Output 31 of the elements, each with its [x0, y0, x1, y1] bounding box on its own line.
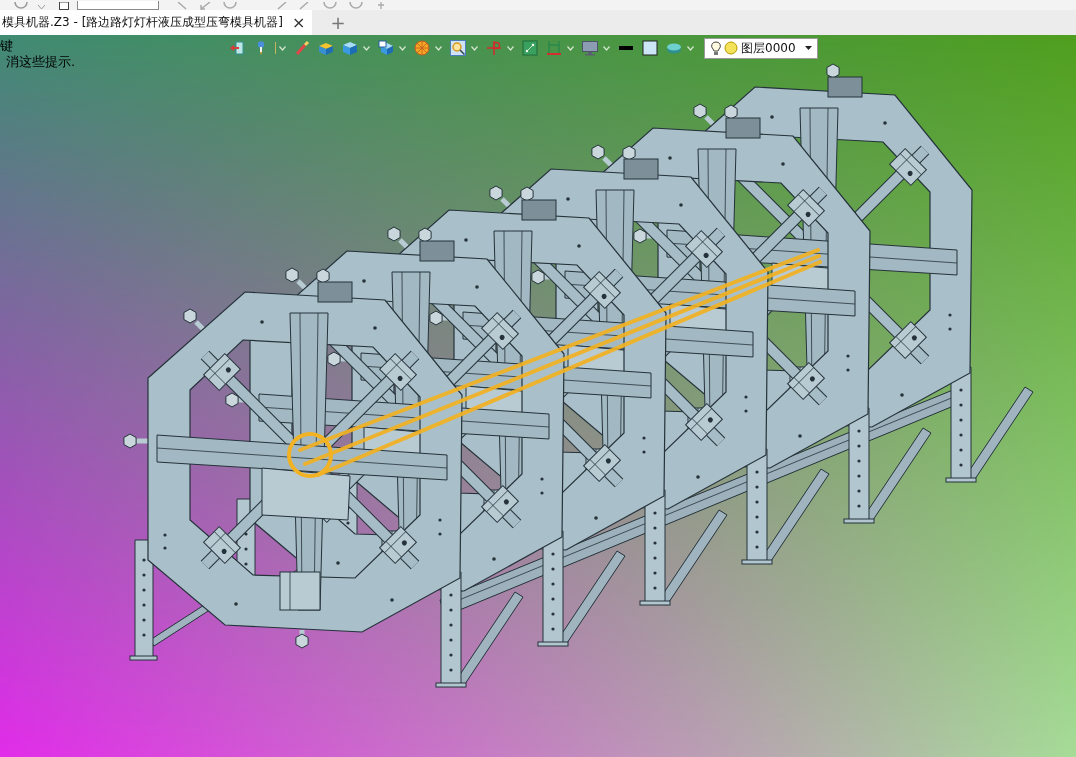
caret-icon[interactable] [805, 46, 812, 50]
line-icon[interactable] [299, 2, 309, 10]
cube-icon[interactable] [342, 40, 358, 56]
arc-icon[interactable] [349, 2, 363, 10]
crosshair-icon[interactable] [486, 40, 502, 56]
arrow-icon[interactable] [199, 2, 211, 10]
line-icon[interactable] [177, 2, 187, 10]
layer-dropdown[interactable]: 图层0000 [704, 37, 818, 59]
document-tab[interactable]: 模具机器.Z3 - [路边路灯灯杆液压成型压弯模具机器] × [0, 10, 313, 35]
new-tab-button[interactable]: + [320, 10, 356, 35]
close-button[interactable]: × [292, 14, 306, 31]
hint-text: 键 [0, 38, 13, 54]
box-icon[interactable] [318, 40, 334, 56]
arc-icon[interactable] [14, 2, 28, 10]
circle-icon [724, 41, 738, 55]
sphere-icon[interactable] [414, 40, 430, 56]
exit-icon[interactable] [229, 40, 245, 56]
hub-ring [287, 432, 333, 478]
cube-window-icon[interactable] [378, 40, 394, 56]
bulb-icon [711, 40, 721, 56]
zoom-icon[interactable] [450, 40, 466, 56]
arc-icon[interactable] [323, 2, 337, 10]
input-field[interactable] [77, 1, 159, 10]
arc-icon[interactable] [223, 2, 237, 10]
brush-icon[interactable] [294, 40, 310, 56]
plus-icon[interactable] [377, 2, 385, 10]
monitor-icon[interactable] [582, 40, 598, 56]
line-icon[interactable] [277, 2, 287, 10]
hint-text: 消这些提示. [6, 54, 76, 70]
square-dots-icon[interactable] [522, 40, 538, 56]
color-swatch-icon[interactable] [642, 40, 658, 56]
